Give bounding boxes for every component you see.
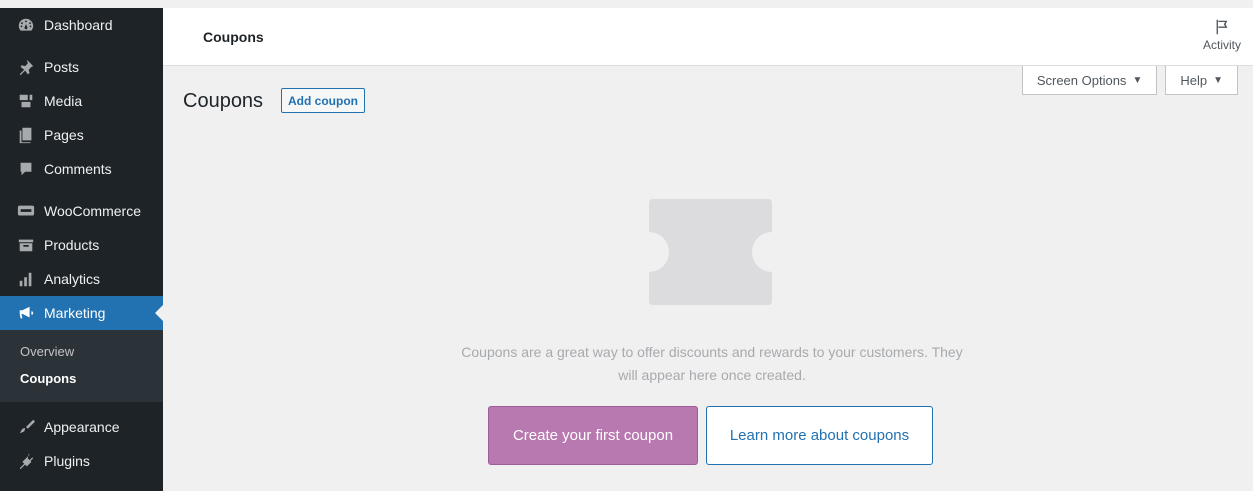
menu-separator xyxy=(0,186,163,194)
submenu-item-overview[interactable]: Overview xyxy=(0,338,163,365)
breadcrumb: Coupons xyxy=(203,29,264,45)
media-icon xyxy=(16,91,36,111)
sidebar-item-label: Comments xyxy=(44,161,112,177)
sidebar-item-label: Pages xyxy=(44,127,84,143)
admin-sidebar: Dashboard Posts Media Pages Comments Woo… xyxy=(0,8,163,491)
sidebar-item-appearance[interactable]: Appearance xyxy=(0,410,163,444)
empty-state-message: Coupons are a great way to offer discoun… xyxy=(461,344,963,383)
sidebar-item-marketing[interactable]: Marketing xyxy=(0,296,163,330)
sidebar-item-label: Media xyxy=(44,93,83,109)
help-label: Help xyxy=(1180,72,1208,88)
sidebar-item-plugins[interactable]: Plugins xyxy=(0,444,163,478)
screen-options-label: Screen Options xyxy=(1036,72,1127,88)
sidebar-item-label: Marketing xyxy=(44,305,106,321)
sidebar-item-pages[interactable]: Pages xyxy=(0,118,163,152)
sidebar-item-label: Analytics xyxy=(44,271,101,287)
pages-icon xyxy=(16,125,36,145)
sidebar-item-label: Plugins xyxy=(44,453,90,469)
megaphone-icon xyxy=(16,303,36,323)
dashboard-icon xyxy=(16,15,36,35)
sidebar-item-dashboard[interactable]: Dashboard xyxy=(0,8,163,42)
plugins-icon xyxy=(16,451,36,471)
page-header: Coupons Activity xyxy=(163,8,1253,66)
sidebar-item-comments[interactable]: Comments xyxy=(0,152,163,186)
coupon-ticket-icon xyxy=(649,199,772,305)
menu-separator xyxy=(0,402,163,410)
flag-icon xyxy=(1216,19,1228,35)
caret-down-icon: ▼ xyxy=(1132,74,1143,86)
add-coupon-button[interactable]: Add coupon xyxy=(281,88,365,113)
marketing-submenu: Overview Coupons xyxy=(0,330,163,402)
woocommerce-icon xyxy=(16,201,36,221)
create-first-coupon-button[interactable]: Create your first coupon xyxy=(488,406,698,465)
page-title: Coupons xyxy=(183,90,264,112)
learn-more-coupons-button[interactable]: Learn more about coupons xyxy=(706,406,933,465)
screen-meta-links: Screen Options ▼ Help ▼ xyxy=(1021,66,1238,95)
activity-button[interactable]: Activity xyxy=(1203,18,1241,52)
products-icon xyxy=(16,235,36,255)
screen-options-button[interactable]: Screen Options ▼ xyxy=(1021,66,1158,95)
sidebar-item-posts[interactable]: Posts xyxy=(0,50,163,84)
sidebar-item-label: Dashboard xyxy=(44,17,113,33)
sidebar-item-analytics[interactable]: Analytics xyxy=(0,262,163,296)
sidebar-item-label: Posts xyxy=(44,59,80,75)
pushpin-icon xyxy=(16,57,36,77)
help-button[interactable]: Help ▼ xyxy=(1165,66,1238,95)
paintbrush-icon xyxy=(16,417,36,437)
submenu-item-coupons[interactable]: Coupons xyxy=(0,365,163,392)
sidebar-item-media[interactable]: Media xyxy=(0,84,163,118)
sidebar-item-label: Products xyxy=(44,237,100,253)
menu-separator xyxy=(0,42,163,50)
sidebar-item-label: Appearance xyxy=(44,419,120,435)
comments-icon xyxy=(16,159,36,179)
activity-label: Activity xyxy=(1202,38,1241,52)
sidebar-item-woocommerce[interactable]: WooCommerce xyxy=(0,194,163,228)
analytics-icon xyxy=(16,269,36,289)
sidebar-item-label: WooCommerce xyxy=(44,203,141,219)
sidebar-item-products[interactable]: Products xyxy=(0,228,163,262)
caret-down-icon: ▼ xyxy=(1213,74,1223,86)
